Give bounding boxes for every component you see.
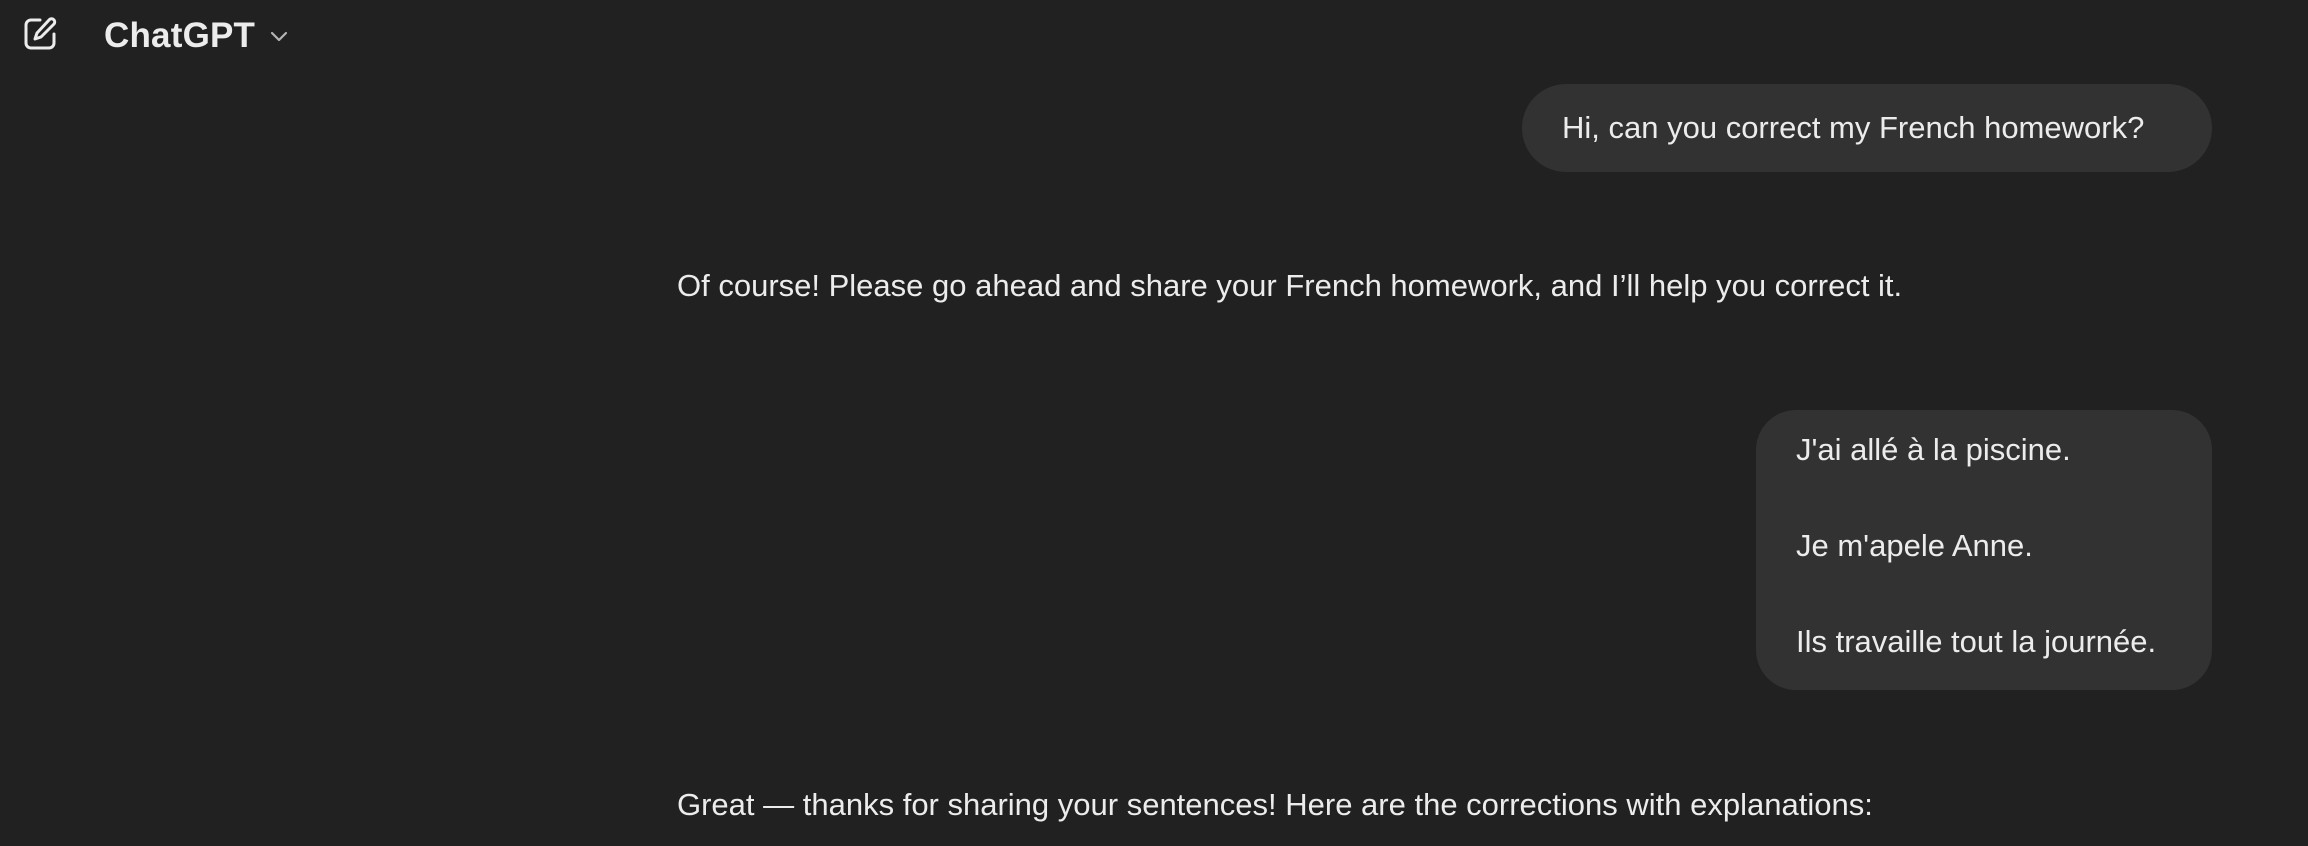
user-message: J'ai allé à la piscine. Je m'apele Anne.… bbox=[1756, 410, 2212, 690]
top-bar: ChatGPT bbox=[0, 0, 2308, 72]
assistant-message: Great — thanks for sharing your sentence… bbox=[677, 787, 1873, 822]
new-chat-edit-icon bbox=[20, 14, 60, 59]
user-message: Hi, can you correct my French homework? bbox=[1522, 84, 2212, 172]
chevron-down-icon bbox=[267, 24, 291, 48]
user-message-line: Ils travaille tout la journée. bbox=[1796, 624, 2157, 659]
model-name: ChatGPT bbox=[104, 16, 256, 55]
assistant-message: Of course! Please go ahead and share you… bbox=[677, 268, 1903, 303]
new-chat-button[interactable] bbox=[16, 14, 64, 58]
user-message-line: Je m'apele Anne. bbox=[1796, 528, 2033, 563]
user-message-line: J'ai allé à la piscine. bbox=[1796, 432, 2071, 467]
user-message-text: Hi, can you correct my French homework? bbox=[1562, 110, 2145, 145]
model-selector[interactable]: ChatGPT bbox=[104, 14, 291, 58]
